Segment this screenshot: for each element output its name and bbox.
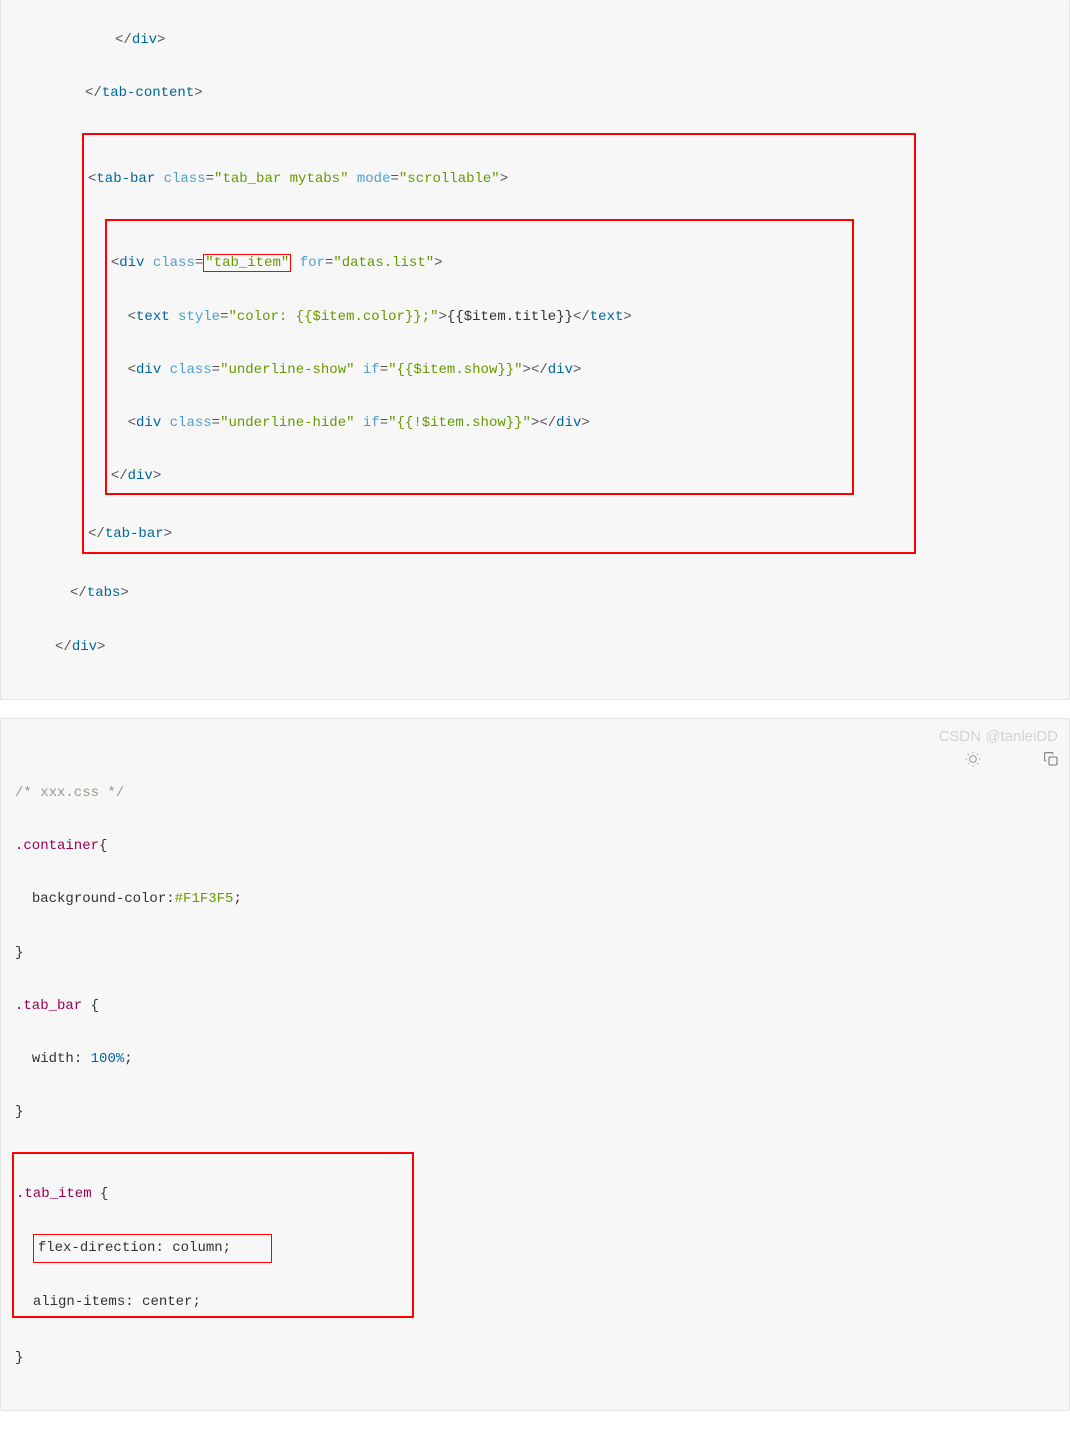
- code-line: width: 100%;: [15, 1046, 1055, 1073]
- code-line: }: [15, 1099, 1055, 1126]
- code-line: .tab_bar {: [15, 993, 1055, 1020]
- code-line: .container{: [15, 833, 1055, 860]
- code-line: <div class="tab_item" for="datas.list">: [111, 250, 632, 277]
- code-line: <tab-bar class="tab_bar mytabs" mode="sc…: [15, 133, 1055, 554]
- code-line: }: [15, 1345, 1055, 1372]
- code-line: </tab-content>: [15, 80, 1055, 107]
- code-line: </div>: [15, 634, 1055, 661]
- code-line: </tab-bar>: [88, 521, 854, 548]
- code-toolbar: [914, 725, 1059, 805]
- code-line: <tab-bar class="tab_bar mytabs" mode="sc…: [88, 166, 854, 193]
- code-line: </div>: [15, 27, 1055, 54]
- code-line: align-items: center;: [16, 1289, 272, 1316]
- code-line: background-color:#F1F3F5;: [15, 886, 1055, 913]
- code-line: </div>: [111, 463, 632, 490]
- code-line: <div class="underline-show" if="{{$item.…: [111, 357, 632, 384]
- code-block-hml: </div> </tab-content> <tab-bar class="ta…: [0, 0, 1070, 700]
- code-block-css: /* xxx.css */ .container{ background-col…: [0, 718, 1070, 1411]
- code-line: <div class="underline-hide" if="{{!$item…: [111, 410, 632, 437]
- code-line: <div class="tab_item" for="datas.list"> …: [88, 219, 854, 495]
- code-line: .tab_item {: [16, 1181, 272, 1208]
- red-outline: .tab_item { flex-direction: column; alig…: [15, 1152, 1055, 1318]
- theme-icon[interactable]: [914, 725, 980, 805]
- code-line: flex-direction: column;: [16, 1234, 272, 1263]
- code-line: <text style="color: {{$item.color}};">{{…: [111, 304, 632, 331]
- code-line: /* xxx.css */: [15, 780, 1055, 807]
- code-line: </tabs>: [15, 580, 1055, 607]
- copy-icon[interactable]: [993, 725, 1059, 805]
- code-line: }: [15, 940, 1055, 967]
